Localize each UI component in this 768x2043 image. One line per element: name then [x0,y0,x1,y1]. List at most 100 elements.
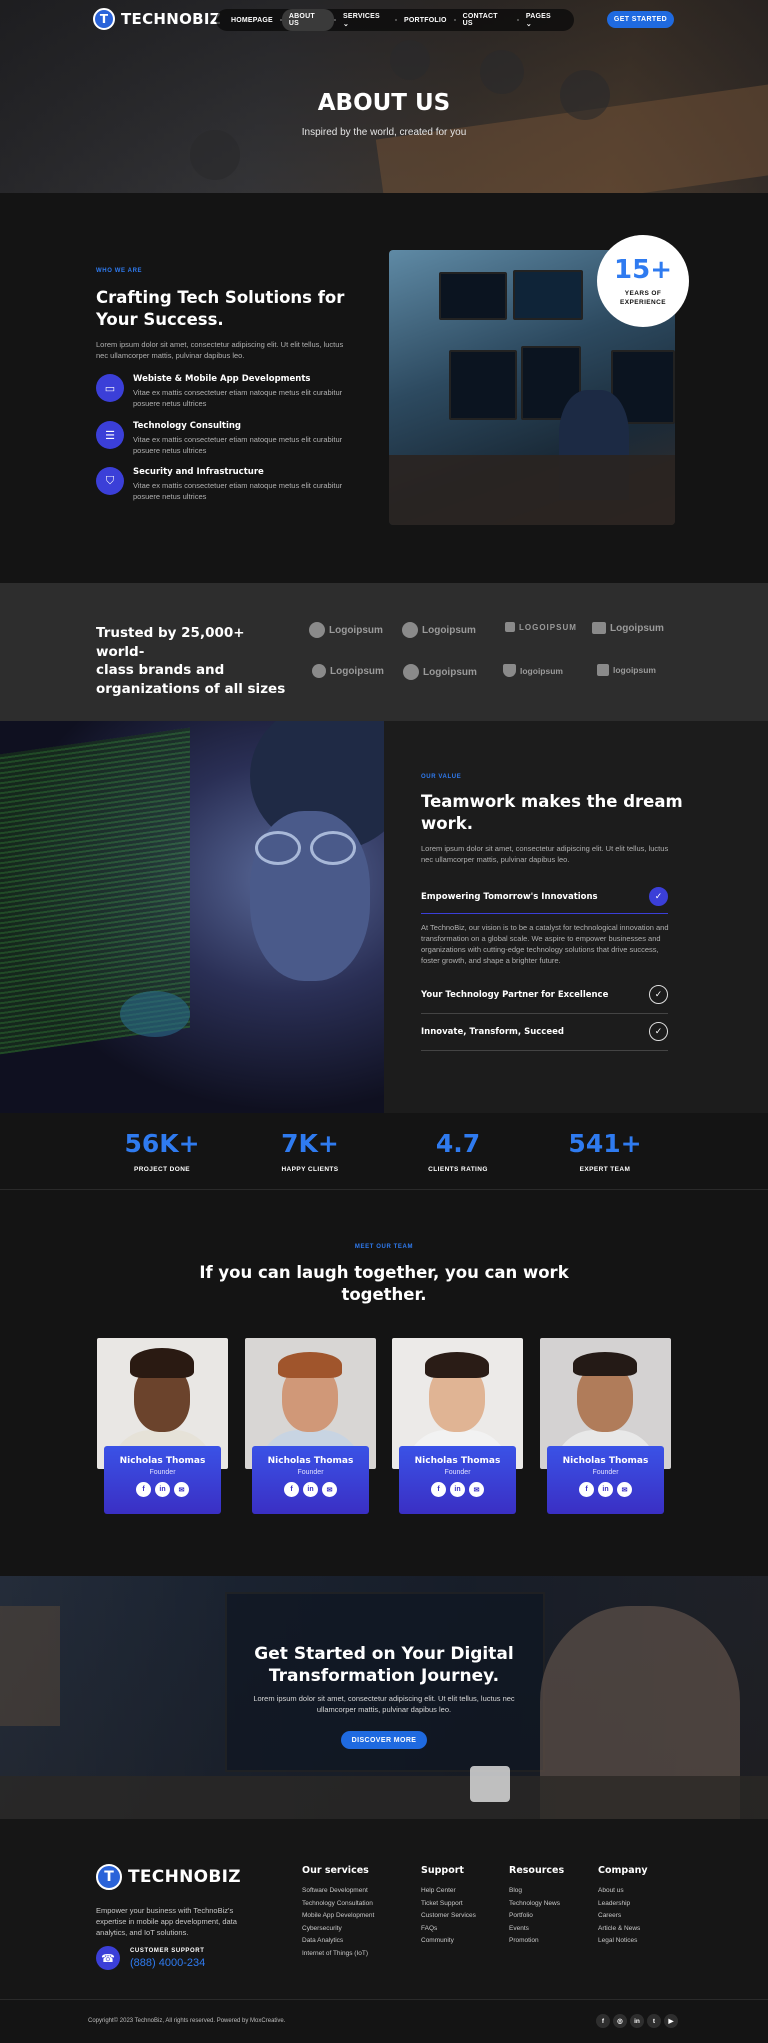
logo-text: logoipsum [613,665,656,675]
accordion-item[interactable]: Innovate, Transform, Succeed ✓ [421,1022,668,1051]
linkedin-icon[interactable]: in [630,2014,644,2028]
linkedin-icon[interactable]: in [598,1482,613,1497]
support-phone[interactable]: (888) 4000-234 [130,1957,205,1969]
get-started-button[interactable]: GET STARTED [607,11,674,28]
footer-link[interactable]: Leadership [598,1898,648,1911]
logo-mark-icon: T [96,1864,122,1890]
trusted-line-2: class brands and [96,662,225,678]
instagram-icon[interactable]: ◎ [613,2014,627,2028]
team-kicker: MEET OUR TEAM [354,1244,414,1250]
member-social: f in ✉ [547,1482,664,1497]
mail-icon[interactable]: ✉ [322,1482,337,1497]
footer-link[interactable]: Cybersecurity [302,1923,374,1936]
badge-line-1: YEARS OF [624,290,662,297]
member-name: Nicholas Thomas [119,1456,206,1466]
partner-logo: Logoipsum [403,664,477,680]
facebook-icon[interactable]: f [284,1482,299,1497]
footer-link[interactable]: FAQs [421,1923,476,1936]
who-kicker: WHO WE ARE [96,268,143,274]
nav-pages[interactable]: PAGES ⌄ [519,9,566,32]
team-card: Nicholas Thomas Founder f in ✉ [245,1338,376,1518]
nav-homepage[interactable]: HOMEPAGE [224,13,280,28]
footer-column-company: Company About us Leadership Careers Arti… [598,1865,648,1948]
feature-text: Vitae ex mattis consectetuer etiam natoq… [133,481,343,501]
who-body: Lorem ipsum dolor sit amet, consectetur … [96,340,344,360]
facebook-icon[interactable]: f [596,2014,610,2028]
accordion-content: At TechnoBiz, our vision is to be a cata… [421,923,669,965]
trusted-line-1: Trusted by 25,000+ world- [96,625,245,660]
footer-link[interactable]: Internet of Things (IoT) [302,1948,374,1961]
nav-pages-label: PAGES [525,12,551,20]
desk-shape [0,1776,768,1819]
brand-logo[interactable]: T TECHNOBIZ [93,8,221,30]
discover-more-button[interactable]: DISCOVER MORE [341,1731,427,1749]
logo-text: LOGOIPSUM [519,622,577,632]
facebook-icon[interactable]: f [431,1482,446,1497]
experience-badge: 15+ YEARS OF EXPERIENCE [597,235,689,327]
footer-link[interactable]: Technology Consultation [302,1898,374,1911]
footer-link[interactable]: Ticket Support [421,1898,476,1911]
footer-social: f ◎ in t ▶ [596,2014,678,2028]
copyright-bar: Copyright© 2023 TechnoBiz, All rights re… [0,1999,768,2043]
footer-link[interactable]: Help Center [421,1885,476,1898]
nav-portfolio[interactable]: PORTFOLIO [397,13,454,28]
footer-link[interactable]: Blog [509,1885,564,1898]
mail-icon[interactable]: ✉ [617,1482,632,1497]
facebook-icon[interactable]: f [136,1482,151,1497]
footer-link[interactable]: Mobile App Development [302,1910,374,1923]
accordion-item[interactable]: Your Technology Partner for Excellence ✓ [421,985,668,1014]
footer-link[interactable]: Legal Notices [598,1935,648,1948]
footer-link[interactable]: Portfolio [509,1910,564,1923]
footer-column-title: Support [421,1865,464,1876]
feature-title: Technology Consulting [133,421,242,431]
nav-services[interactable]: SERVICES ⌄ [336,9,395,32]
desk-shape [389,455,675,525]
linkedin-icon[interactable]: in [303,1482,318,1497]
stat-value: 4.7 [435,1129,481,1158]
nav-contact-us[interactable]: CONTACT US [456,9,517,31]
footer-link[interactable]: Technology News [509,1898,564,1911]
footer-brand-name: TECHNOBIZ [128,1867,241,1887]
cta-title-line-2: Transformation Journey. [268,1666,500,1686]
chevron-down-icon: ⌄ [342,20,350,28]
monitor-shape [513,270,583,320]
logo-icon [403,664,419,680]
shield-icon: ⛉ [96,467,124,495]
footer-link[interactable]: Promotion [509,1935,564,1948]
footer-link[interactable]: Events [509,1923,564,1936]
twitter-icon[interactable]: t [647,2014,661,2028]
footer-link[interactable]: Article & News [598,1923,648,1936]
who-title-line-1: Crafting Tech Solutions for [96,288,345,307]
member-role: Founder [149,1469,176,1476]
member-social: f in ✉ [252,1482,369,1497]
feature-item: ⛉ Security and Infrastructure Vitae ex ma… [96,467,346,502]
footer-link[interactable]: Data Analytics [302,1935,374,1948]
mail-icon[interactable]: ✉ [174,1482,189,1497]
footer-column-services: Our services Software Development Techno… [302,1865,374,1960]
footer-link[interactable]: Customer Services [421,1910,476,1923]
footer-column-resources: Resources Blog Technology News Portfolio… [509,1865,564,1948]
facebook-icon[interactable]: f [579,1482,594,1497]
footer-logo[interactable]: T TECHNOBIZ [96,1864,241,1890]
footer-link[interactable]: Careers [598,1910,648,1923]
youtube-icon[interactable]: ▶ [664,2014,678,2028]
footer-link[interactable]: Software Development [302,1885,374,1898]
accordion-title: Innovate, Transform, Succeed [421,1026,564,1037]
footer-link[interactable]: Community [421,1935,476,1948]
stat-label: PROJECT DONE [133,1166,191,1173]
stat-label: EXPERT TEAM [579,1166,631,1173]
team-title-line-2: together. [341,1285,427,1304]
mail-icon[interactable]: ✉ [469,1482,484,1497]
footer: T TECHNOBIZ Empower your business with T… [0,1819,768,1999]
linkedin-icon[interactable]: in [450,1482,465,1497]
nav-about-us[interactable]: ABOUT US [281,9,334,31]
support-label: CUSTOMER SUPPORT [130,1948,205,1954]
linkedin-icon[interactable]: in [155,1482,170,1497]
member-social: f in ✉ [399,1482,516,1497]
accordion-item-open[interactable]: Empowering Tomorrow's Innovations ✓ [421,887,668,914]
logo-icon [309,622,325,638]
footer-link[interactable]: About us [598,1885,648,1898]
partner-logo: Logoipsum [402,622,476,638]
member-info: Nicholas Thomas Founder f in ✉ [104,1446,221,1514]
check-icon: ✓ [649,985,668,1004]
